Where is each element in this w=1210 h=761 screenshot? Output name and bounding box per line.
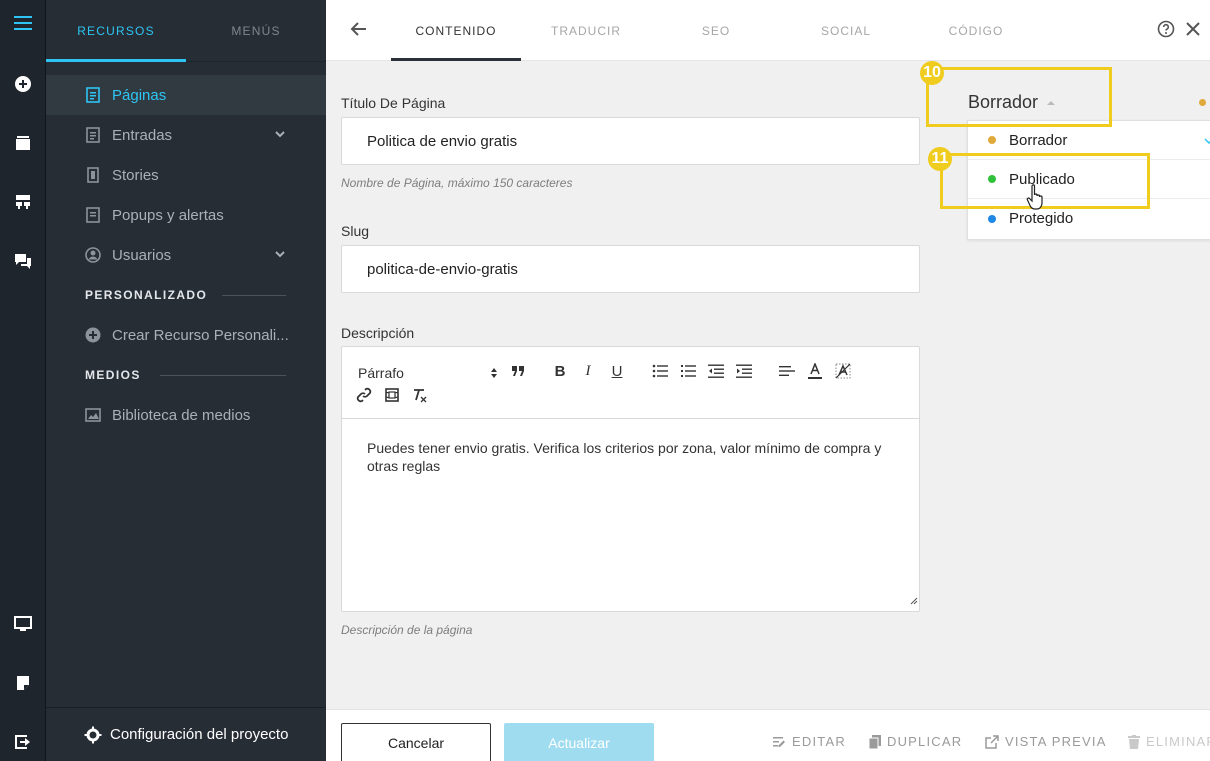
page-icon: [84, 126, 102, 144]
layout-icon[interactable]: [0, 187, 46, 217]
check-icon: [1204, 138, 1210, 145]
add-circle-icon: [84, 326, 102, 344]
edit-icon: [772, 735, 786, 749]
external-link-icon: [985, 734, 999, 749]
hamburger-menu-icon[interactable]: [0, 8, 46, 38]
sidebar-item-popups[interactable]: Popups y alertas: [46, 195, 326, 235]
image-icon: [84, 406, 102, 424]
tutorial-highlight-10: [926, 67, 1112, 127]
title-input[interactable]: Politica de envio gratis: [341, 117, 920, 165]
section-heading: PERSONALIZADO: [85, 288, 208, 302]
sidebar-item-label: Stories: [112, 166, 159, 184]
back-arrow-icon[interactable]: [350, 20, 368, 43]
archive-icon[interactable]: [0, 128, 46, 158]
sidebar: RECURSOS MENÚS Páginas Entradas Stories …: [46, 0, 326, 761]
select-arrows-icon: [491, 368, 497, 378]
tab-recursos[interactable]: RECURSOS: [46, 0, 186, 62]
status-dot: [988, 214, 996, 223]
sidebar-item-create-custom[interactable]: Crear Recurso Personali...: [46, 315, 326, 355]
user-icon: [84, 246, 102, 264]
description-textarea[interactable]: Puedes tener envio gratis. Verifica los …: [367, 439, 897, 475]
help-icon[interactable]: [1157, 20, 1175, 43]
tab-traducir[interactable]: TRADUCIR: [521, 0, 651, 61]
align-left-icon[interactable]: [777, 361, 797, 381]
note-icon[interactable]: [0, 668, 46, 698]
sidebar-item-paginas[interactable]: Páginas: [46, 75, 326, 115]
resize-handle-icon[interactable]: [910, 592, 918, 610]
sidebar-item-media-library[interactable]: Biblioteca de medios: [46, 395, 326, 435]
description-editor: Párrafo B I U Puedes tener envio gratis.…: [341, 346, 920, 612]
sidebar-item-usuarios[interactable]: Usuarios: [46, 235, 326, 275]
description-hint: Descripción de la página: [341, 623, 473, 637]
hand-cursor-icon: [1026, 184, 1046, 215]
top-tab-bar: CONTENIDO TRADUCIR SEO SOCIAL CÓDIGO: [326, 0, 1210, 61]
tab-seo[interactable]: SEO: [651, 0, 781, 61]
tab-codigo[interactable]: CÓDIGO: [911, 0, 1041, 61]
delete-button[interactable]: ELIMINAR: [1128, 734, 1210, 749]
numbered-list-icon[interactable]: [678, 361, 698, 381]
sidebar-tabs: RECURSOS MENÚS: [46, 0, 326, 62]
tab-social[interactable]: SOCIAL: [781, 0, 911, 61]
tab-menus[interactable]: MENÚS: [186, 0, 326, 62]
italic-icon[interactable]: I: [578, 361, 598, 381]
bold-icon[interactable]: B: [550, 361, 570, 381]
cancel-button[interactable]: Cancelar: [341, 723, 491, 761]
title-label: Título De Página: [341, 95, 446, 111]
sidebar-item-entradas[interactable]: Entradas: [46, 115, 326, 155]
gear-icon: [84, 726, 102, 744]
sidebar-item-label: Biblioteca de medios: [112, 406, 251, 424]
underline-icon[interactable]: U: [607, 361, 627, 381]
add-circle-icon[interactable]: [0, 69, 46, 99]
page-icon: [84, 86, 102, 104]
page-icon: [84, 206, 102, 224]
title-hint: Nombre de Página, máximo 150 caracteres: [341, 176, 573, 190]
icon-rail: [0, 0, 46, 761]
link-icon[interactable]: [354, 385, 374, 405]
status-indicator-dot: [1199, 99, 1206, 106]
close-icon[interactable]: [1184, 20, 1202, 43]
project-settings-button[interactable]: Configuración del proyecto: [46, 707, 326, 761]
description-label: Descripción: [341, 325, 415, 341]
indent-icon[interactable]: [734, 361, 754, 381]
slug-label: Slug: [341, 223, 370, 239]
outdent-icon[interactable]: [706, 361, 726, 381]
blockquote-icon[interactable]: [508, 361, 528, 381]
background-color-icon[interactable]: [833, 361, 853, 381]
logout-icon[interactable]: [0, 727, 46, 757]
step-badge-10: 10: [920, 61, 944, 85]
sidebar-item-label: Crear Recurso Personali...: [112, 326, 289, 344]
story-icon: [84, 166, 102, 184]
duplicate-icon: [869, 734, 881, 749]
sidebar-item-stories[interactable]: Stories: [46, 155, 326, 195]
section-heading: MEDIOS: [85, 368, 141, 382]
update-button[interactable]: Actualizar: [504, 723, 654, 761]
status-dot: [988, 136, 996, 144]
comments-icon[interactable]: [0, 246, 46, 276]
bullet-list-icon[interactable]: [650, 361, 670, 381]
duplicate-button[interactable]: DUPLICAR: [869, 734, 962, 749]
sidebar-item-label: Entradas: [112, 126, 173, 144]
project-settings-label: Configuración del proyecto: [110, 726, 289, 743]
edit-button[interactable]: EDITAR: [772, 734, 846, 749]
tab-contenido[interactable]: CONTENIDO: [391, 0, 521, 61]
main-panel: CONTENIDO TRADUCIR SEO SOCIAL CÓDIGO Tít…: [326, 0, 1210, 761]
sidebar-item-label: Usuarios: [112, 246, 172, 264]
desktop-icon[interactable]: [0, 609, 46, 639]
sidebar-item-label: Páginas: [112, 86, 167, 104]
trash-icon: [1128, 734, 1140, 749]
clear-format-icon[interactable]: [410, 385, 430, 405]
preview-button[interactable]: VISTA PREVIA: [985, 734, 1107, 749]
editor-toolbar: Párrafo B I U: [342, 347, 919, 419]
text-color-icon[interactable]: [805, 361, 825, 381]
step-badge-11: 11: [928, 147, 952, 171]
divider: [160, 375, 286, 376]
bottom-action-bar: Cancelar Actualizar EDITAR DUPLICAR VIST…: [326, 709, 1210, 761]
paragraph-select[interactable]: Párrafo: [358, 363, 498, 383]
slug-input[interactable]: politica-de-envio-gratis: [341, 245, 920, 293]
chevron-down-icon[interactable]: [274, 247, 286, 264]
sidebar-item-label: Popups y alertas: [112, 206, 224, 224]
chevron-down-icon[interactable]: [274, 127, 286, 144]
divider: [222, 295, 286, 296]
video-icon[interactable]: [382, 385, 402, 405]
